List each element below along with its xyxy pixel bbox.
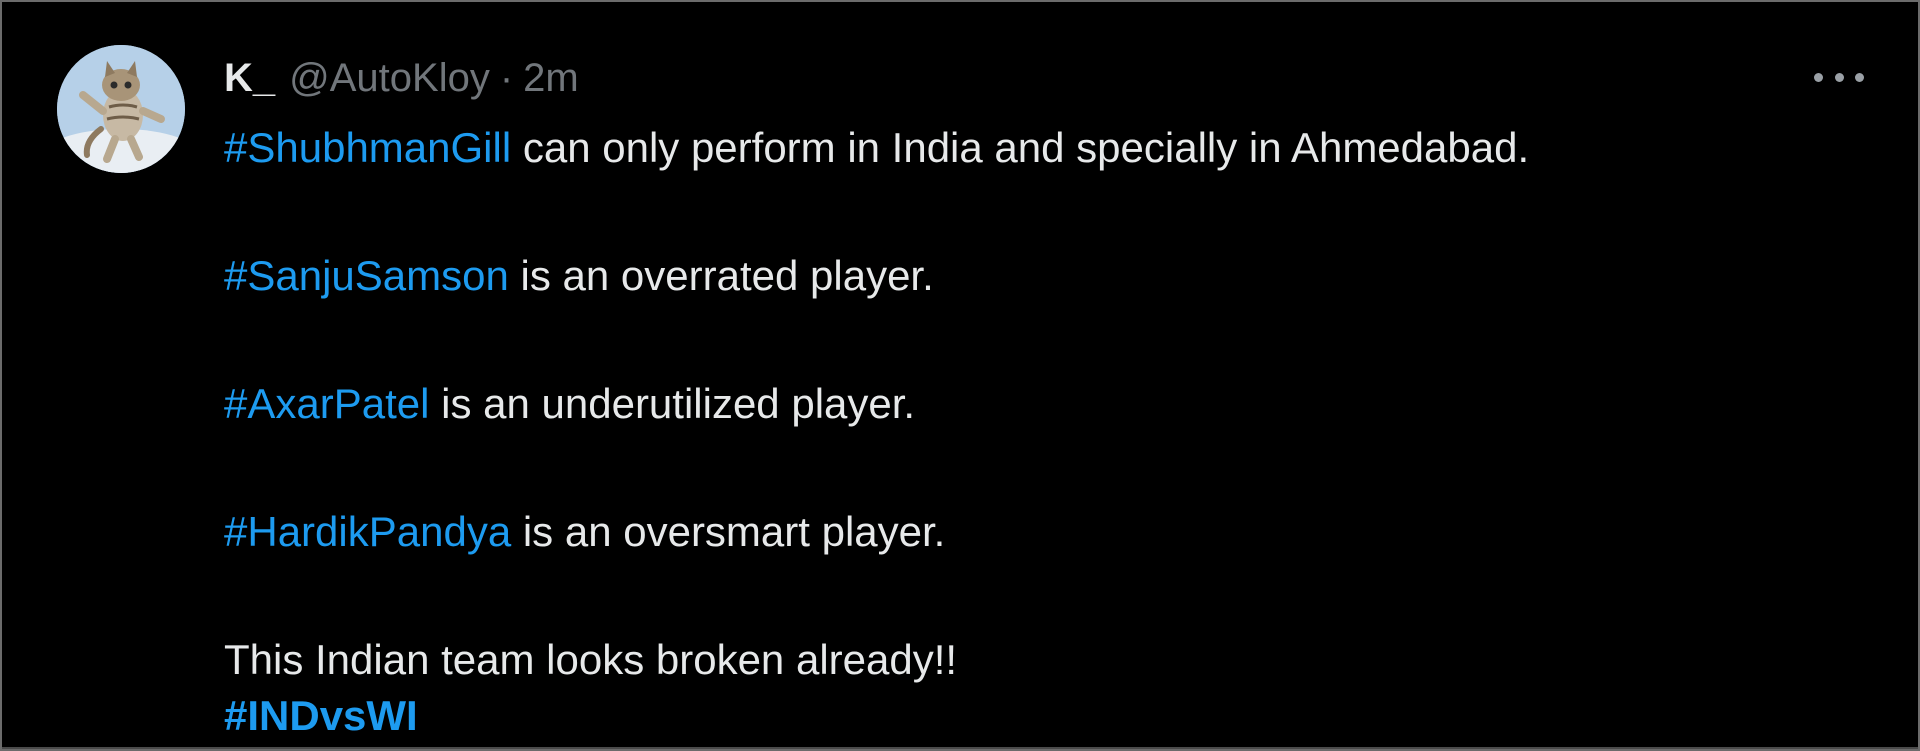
card-bottom-border — [2, 747, 1918, 749]
hashtag-link[interactable]: #INDvsWI — [224, 692, 418, 739]
more-dot — [1855, 72, 1864, 82]
hashtag-link[interactable]: #AxarPatel — [224, 380, 429, 427]
tweet-timestamp[interactable]: 2m — [523, 56, 579, 101]
hashtag-link[interactable]: #ShubhmanGill — [224, 124, 511, 171]
paragraph-text: is an oversmart player. — [511, 508, 946, 555]
closing-line: This Indian team looks broken already!! — [224, 636, 958, 683]
author-display-name[interactable]: K_ — [224, 56, 275, 101]
tweet-text: #ShubhmanGill can only perform in India … — [224, 120, 1864, 744]
more-dot — [1834, 72, 1844, 82]
more-horizontal-icon[interactable] — [1814, 62, 1864, 92]
hashtag-link[interactable]: #SanjuSamson — [224, 252, 509, 299]
tweet-paragraph: #ShubhmanGill can only perform in India … — [224, 120, 1864, 176]
tweet-card: K_ @AutoKloy · 2m #ShubhmanGill can only… — [0, 0, 1920, 751]
tweet-paragraph: #AxarPatel is an underutilized player. — [224, 376, 1864, 432]
tweet-paragraph: #SanjuSamson is an overrated player. — [224, 248, 1864, 304]
paragraph-text: can only perform in India and specially … — [511, 124, 1530, 171]
more-dot — [1814, 72, 1823, 82]
header-separator: · — [499, 55, 514, 100]
tweet-header: K_ @AutoKloy · 2m — [224, 50, 579, 106]
paragraph-text: is an underutilized player. — [429, 380, 916, 427]
author-handle[interactable]: @AutoKloy — [289, 56, 490, 101]
final-hashtag-line: #INDvsWI — [224, 688, 1864, 744]
hashtag-link[interactable]: #HardikPandya — [224, 508, 511, 555]
tweet-paragraph: #HardikPandya is an oversmart player. — [224, 504, 1864, 560]
paragraph-text: is an overrated player. — [508, 252, 934, 299]
cat-avatar-icon — [57, 45, 185, 173]
author-avatar[interactable] — [57, 45, 185, 173]
